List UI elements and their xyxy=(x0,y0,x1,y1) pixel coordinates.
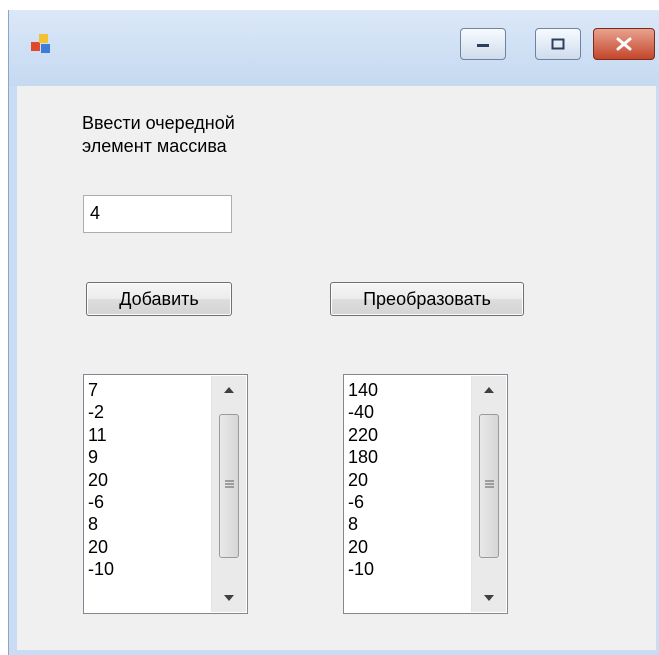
maximize-icon xyxy=(551,38,565,50)
scroll-thumb[interactable] xyxy=(479,414,499,558)
list-item[interactable]: -6 xyxy=(348,491,468,513)
list-item[interactable]: 11 xyxy=(88,424,208,446)
grip-icon xyxy=(225,480,234,488)
list-item[interactable]: 20 xyxy=(88,469,208,491)
list-item[interactable]: 20 xyxy=(348,536,468,558)
scroll-up-arrow-icon[interactable] xyxy=(472,379,506,401)
minimize-icon xyxy=(477,44,489,47)
list-item[interactable]: 8 xyxy=(88,513,208,535)
list-item[interactable]: -10 xyxy=(348,558,468,580)
app-window: Ввести очередной элемент массива 4 Добав… xyxy=(8,10,659,655)
transform-button[interactable]: Преобразовать xyxy=(330,282,524,316)
list-item[interactable]: 20 xyxy=(88,536,208,558)
scroll-down-arrow-icon[interactable] xyxy=(212,587,246,609)
list-item[interactable]: 140 xyxy=(348,379,468,401)
vertical-scrollbar[interactable] xyxy=(211,376,246,612)
result-listbox[interactable]: 140 -40 220 180 20 -6 8 20 -10 xyxy=(343,374,508,614)
title-bar[interactable] xyxy=(9,10,659,86)
source-items: 7 -2 11 9 20 -6 8 20 -10 xyxy=(88,379,208,581)
vertical-scrollbar[interactable] xyxy=(471,376,506,612)
list-item[interactable]: 220 xyxy=(348,424,468,446)
list-item[interactable]: 8 xyxy=(348,513,468,535)
list-item[interactable]: 9 xyxy=(88,446,208,468)
prompt-label: Ввести очередной элемент массива xyxy=(82,113,235,156)
list-item[interactable]: -6 xyxy=(88,491,208,513)
scroll-down-arrow-icon[interactable] xyxy=(472,587,506,609)
form-client-area: Ввести очередной элемент массива 4 Добав… xyxy=(17,86,656,650)
app-icon xyxy=(31,34,51,54)
element-input[interactable]: 4 xyxy=(83,195,232,233)
list-item[interactable]: 7 xyxy=(88,379,208,401)
maximize-button[interactable] xyxy=(535,28,581,60)
add-button[interactable]: Добавить xyxy=(86,282,232,316)
scroll-up-arrow-icon[interactable] xyxy=(212,379,246,401)
source-listbox[interactable]: 7 -2 11 9 20 -6 8 20 -10 xyxy=(83,374,248,614)
list-item[interactable]: -2 xyxy=(88,401,208,423)
close-icon xyxy=(616,37,632,51)
list-item[interactable]: -10 xyxy=(88,558,208,580)
grip-icon xyxy=(485,480,494,488)
list-item[interactable]: -40 xyxy=(348,401,468,423)
result-items: 140 -40 220 180 20 -6 8 20 -10 xyxy=(348,379,468,581)
list-item[interactable]: 20 xyxy=(348,469,468,491)
close-button[interactable] xyxy=(593,28,655,60)
list-item[interactable]: 180 xyxy=(348,446,468,468)
scroll-thumb[interactable] xyxy=(219,414,239,558)
minimize-button[interactable] xyxy=(460,28,506,60)
